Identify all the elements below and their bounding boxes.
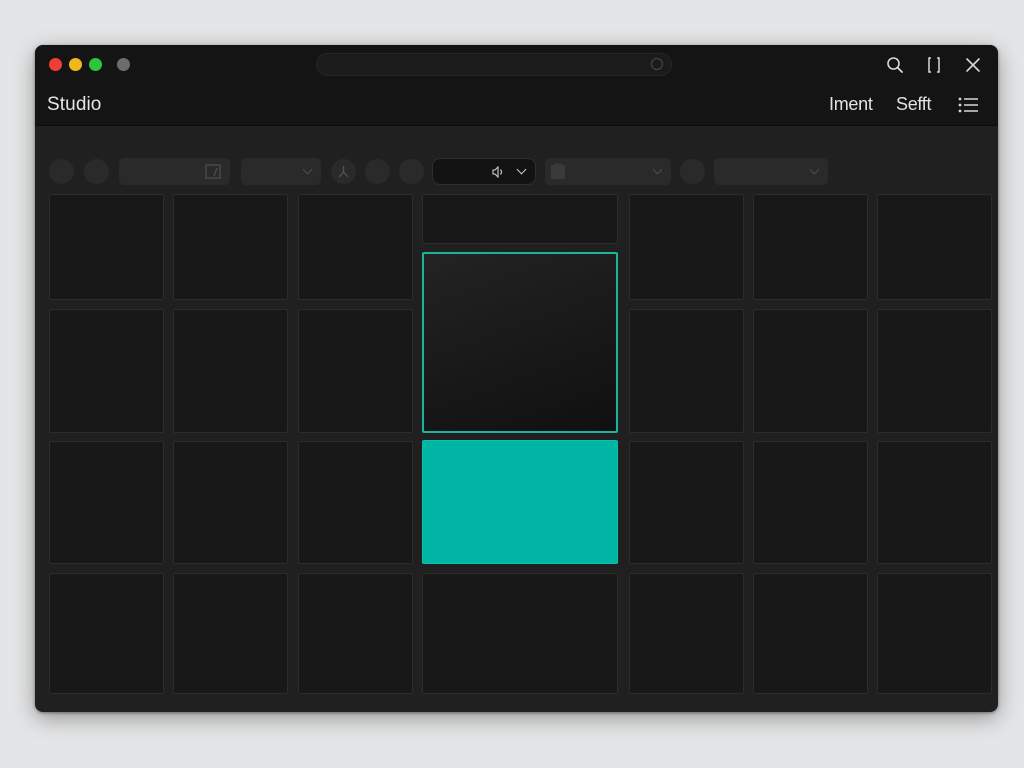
- maximize-button[interactable]: [923, 54, 945, 76]
- zoom-window-button[interactable]: [89, 58, 102, 71]
- search-icon: [887, 57, 903, 73]
- header-link-sefft[interactable]: Sefft: [896, 94, 932, 115]
- app-window: Studio Iment Sefft: [35, 45, 998, 712]
- grid-cell-r4-c2[interactable]: [173, 573, 288, 694]
- grid-cell-r4-c5[interactable]: [629, 573, 744, 694]
- grid-cell-r1-c4[interactable]: [422, 194, 618, 244]
- chevron-down-icon: [652, 164, 663, 175]
- chevron-down-icon: [516, 164, 527, 175]
- grid-cell-r1-c6[interactable]: [753, 194, 868, 300]
- grid-cell-r4-c4[interactable]: [422, 573, 618, 694]
- toolbar-volume-dropdown[interactable]: [432, 158, 536, 185]
- selected-cell[interactable]: [422, 252, 618, 433]
- grid-cell-r2-c7[interactable]: [877, 309, 992, 433]
- grid-cell-r3-c5[interactable]: [629, 441, 744, 564]
- grid-cell-r1-c7[interactable]: [877, 194, 992, 300]
- document-icon: [551, 163, 565, 179]
- close-icon: [966, 58, 980, 72]
- toolbar-circle-button-2[interactable]: [84, 159, 109, 184]
- search-button[interactable]: [884, 54, 906, 76]
- cell-grid: [35, 194, 998, 712]
- wand-icon: [338, 166, 349, 178]
- grid-cell-r2-c1[interactable]: [49, 309, 164, 433]
- grid-cell-r3-c6[interactable]: [753, 441, 868, 564]
- grid-cell-r3-c7[interactable]: [877, 441, 992, 564]
- grid-cell-r4-c6[interactable]: [753, 573, 868, 694]
- chevron-down-icon: [302, 164, 313, 175]
- accent-cell[interactable]: [422, 440, 618, 564]
- toolbar-circle-button-3[interactable]: [365, 159, 390, 184]
- grid-cell-r1-c2[interactable]: [173, 194, 288, 300]
- grid-cell-r3-c2[interactable]: [173, 441, 288, 564]
- image-icon: [205, 164, 221, 179]
- grid-cell-r3-c3[interactable]: [298, 441, 413, 564]
- grid-cell-r4-c3[interactable]: [298, 573, 413, 694]
- toolbar: [35, 157, 998, 187]
- grid-cell-r4-c1[interactable]: [49, 573, 164, 694]
- grid-cell-r4-c7[interactable]: [877, 573, 992, 694]
- header-link-iment[interactable]: Iment: [829, 94, 873, 115]
- grid-cell-r2-c5[interactable]: [629, 309, 744, 433]
- toolbar-circle-button-5[interactable]: [680, 159, 705, 184]
- grid-cell-r2-c2[interactable]: [173, 309, 288, 433]
- grid-cell-r1-c5[interactable]: [629, 194, 744, 300]
- toolbar-circle-button-4[interactable]: [399, 159, 424, 184]
- maximize-icon: [928, 57, 940, 73]
- close-button[interactable]: [962, 54, 984, 76]
- toolbar-document-dropdown[interactable]: [545, 158, 671, 185]
- toolbar-circle-button-1[interactable]: [49, 159, 74, 184]
- title-search-field[interactable]: [316, 53, 672, 76]
- volume-icon: [492, 166, 503, 178]
- title-bar: [35, 45, 998, 85]
- search-icon: [651, 58, 663, 70]
- grid-cell-r1-c1[interactable]: [49, 194, 164, 300]
- close-window-button[interactable]: [49, 58, 62, 71]
- grid-cell-r2-c6[interactable]: [753, 309, 868, 433]
- grid-cell-r2-c3[interactable]: [298, 309, 413, 433]
- toolbar-wand-button[interactable]: [331, 159, 356, 184]
- minimize-window-button[interactable]: [69, 58, 82, 71]
- menu-button[interactable]: [957, 94, 981, 116]
- app-header: Studio Iment Sefft: [35, 85, 998, 126]
- grid-cell-r3-c1[interactable]: [49, 441, 164, 564]
- toolbar-dropdown-2[interactable]: [714, 158, 828, 185]
- chevron-down-icon: [809, 164, 820, 175]
- toolbar-dropdown-1[interactable]: [241, 158, 321, 185]
- toolbar-image-field[interactable]: [119, 158, 230, 185]
- window-extra-button[interactable]: [117, 58, 130, 71]
- app-title: Studio: [47, 94, 102, 115]
- list-menu-icon: [958, 97, 978, 113]
- grid-cell-r1-c3[interactable]: [298, 194, 413, 300]
